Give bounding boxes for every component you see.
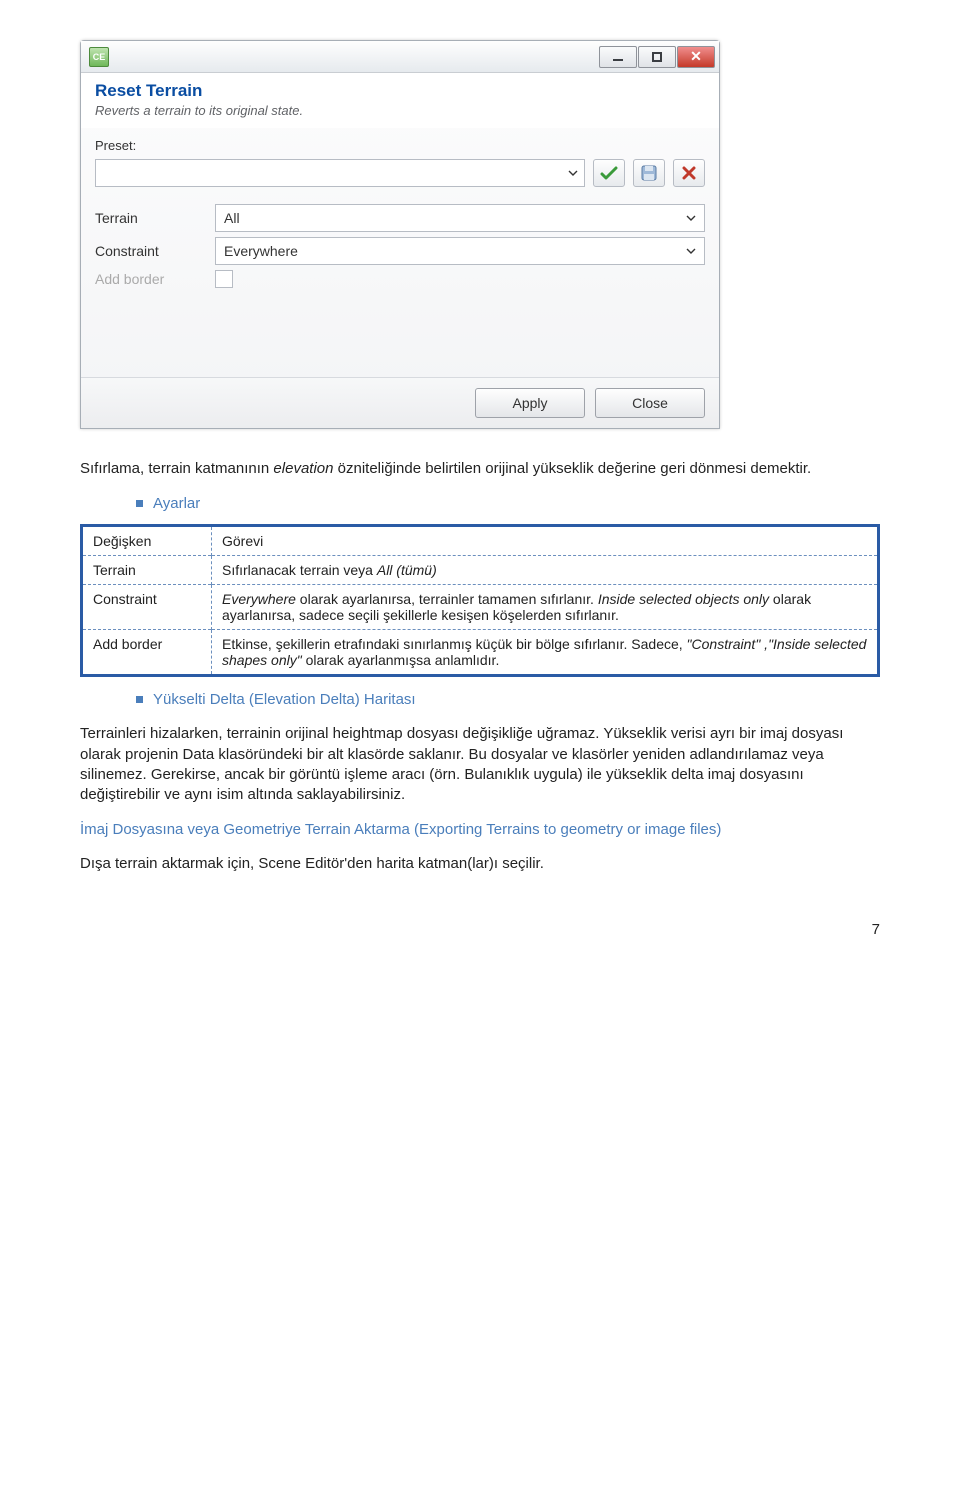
delete-preset-button[interactable]	[673, 159, 705, 187]
maximize-button[interactable]	[638, 46, 676, 68]
addborder-checkbox[interactable]	[215, 270, 233, 288]
intro-paragraph: Sıfırlama, terrain katmanının elevation …	[80, 459, 880, 479]
constraint-dropdown[interactable]: Everywhere	[215, 237, 705, 265]
table-row: Constraint Everywhere olarak ayarlanırsa…	[82, 585, 879, 630]
square-bullet-icon	[136, 696, 143, 703]
export-heading: İmaj Dosyasına veya Geometriye Terrain A…	[80, 821, 880, 838]
minimize-button[interactable]	[599, 46, 637, 68]
preset-row: Preset:	[81, 128, 719, 159]
export-paragraph: Dışa terrain aktarmak için, Scene Editör…	[80, 854, 880, 874]
apply-button[interactable]: Apply	[475, 388, 585, 418]
checkmark-icon	[600, 165, 618, 181]
delta-heading: Yükselti Delta (Elevation Delta) Haritas…	[153, 691, 416, 708]
table-header-row: Değişken Görevi	[82, 526, 879, 556]
dialog-subtitle: Reverts a terrain to its original state.	[95, 103, 705, 118]
form-body: Terrain All Constraint Everywhere Add bo…	[81, 195, 719, 307]
dialog-window: CE ✕ Reset Terrain Reverts a terrain to …	[80, 40, 720, 429]
row1-label: Terrain	[82, 556, 212, 585]
col-header-variable: Değişken	[82, 526, 212, 556]
delete-icon	[682, 166, 696, 180]
row2-label: Constraint	[82, 585, 212, 630]
close-button[interactable]: Close	[595, 388, 705, 418]
constraint-label: Constraint	[95, 243, 215, 259]
apply-preset-button[interactable]	[593, 159, 625, 187]
page-number: 7	[80, 891, 880, 938]
preset-dropdown[interactable]	[95, 159, 585, 187]
preset-label: Preset:	[95, 138, 143, 153]
table-row: Terrain Sıfırlanacak terrain veya All (t…	[82, 556, 879, 585]
close-window-button[interactable]: ✕	[677, 46, 715, 68]
bullet-delta: Yükselti Delta (Elevation Delta) Haritas…	[136, 691, 880, 708]
save-preset-button[interactable]	[633, 159, 665, 187]
square-bullet-icon	[136, 500, 143, 507]
row3-label: Add border	[82, 630, 212, 676]
table-row: Add border Etkinse, şekillerin etrafında…	[82, 630, 879, 676]
bullet-ayarlar: Ayarlar	[136, 495, 880, 512]
settings-table: Değişken Görevi Terrain Sıfırlanacak ter…	[80, 524, 880, 677]
row1-value: Sıfırlanacak terrain veya All (tümü)	[212, 556, 879, 585]
row3-value: Etkinse, şekillerin etrafındaki sınırlan…	[212, 630, 879, 676]
constraint-value: Everywhere	[224, 243, 298, 259]
titlebar: CE ✕	[81, 41, 719, 73]
delta-paragraph: Terrainleri hizalarken, terrainin orijin…	[80, 724, 880, 805]
terrain-value: All	[224, 210, 240, 226]
terrain-dropdown[interactable]: All	[215, 204, 705, 232]
col-header-task: Görevi	[212, 526, 879, 556]
dialog-title: Reset Terrain	[95, 81, 705, 101]
chevron-down-icon	[686, 248, 696, 254]
save-icon	[641, 165, 657, 181]
row2-value: Everywhere olarak ayarlanırsa, terrainle…	[212, 585, 879, 630]
terrain-label: Terrain	[95, 210, 215, 226]
chevron-down-icon	[568, 170, 578, 176]
chevron-down-icon	[686, 215, 696, 221]
dialog-header: Reset Terrain Reverts a terrain to its o…	[81, 73, 719, 128]
dialog-footer: Apply Close	[81, 377, 719, 428]
addborder-label: Add border	[95, 271, 215, 287]
ayarlar-heading: Ayarlar	[153, 495, 200, 512]
app-icon: CE	[89, 47, 109, 67]
